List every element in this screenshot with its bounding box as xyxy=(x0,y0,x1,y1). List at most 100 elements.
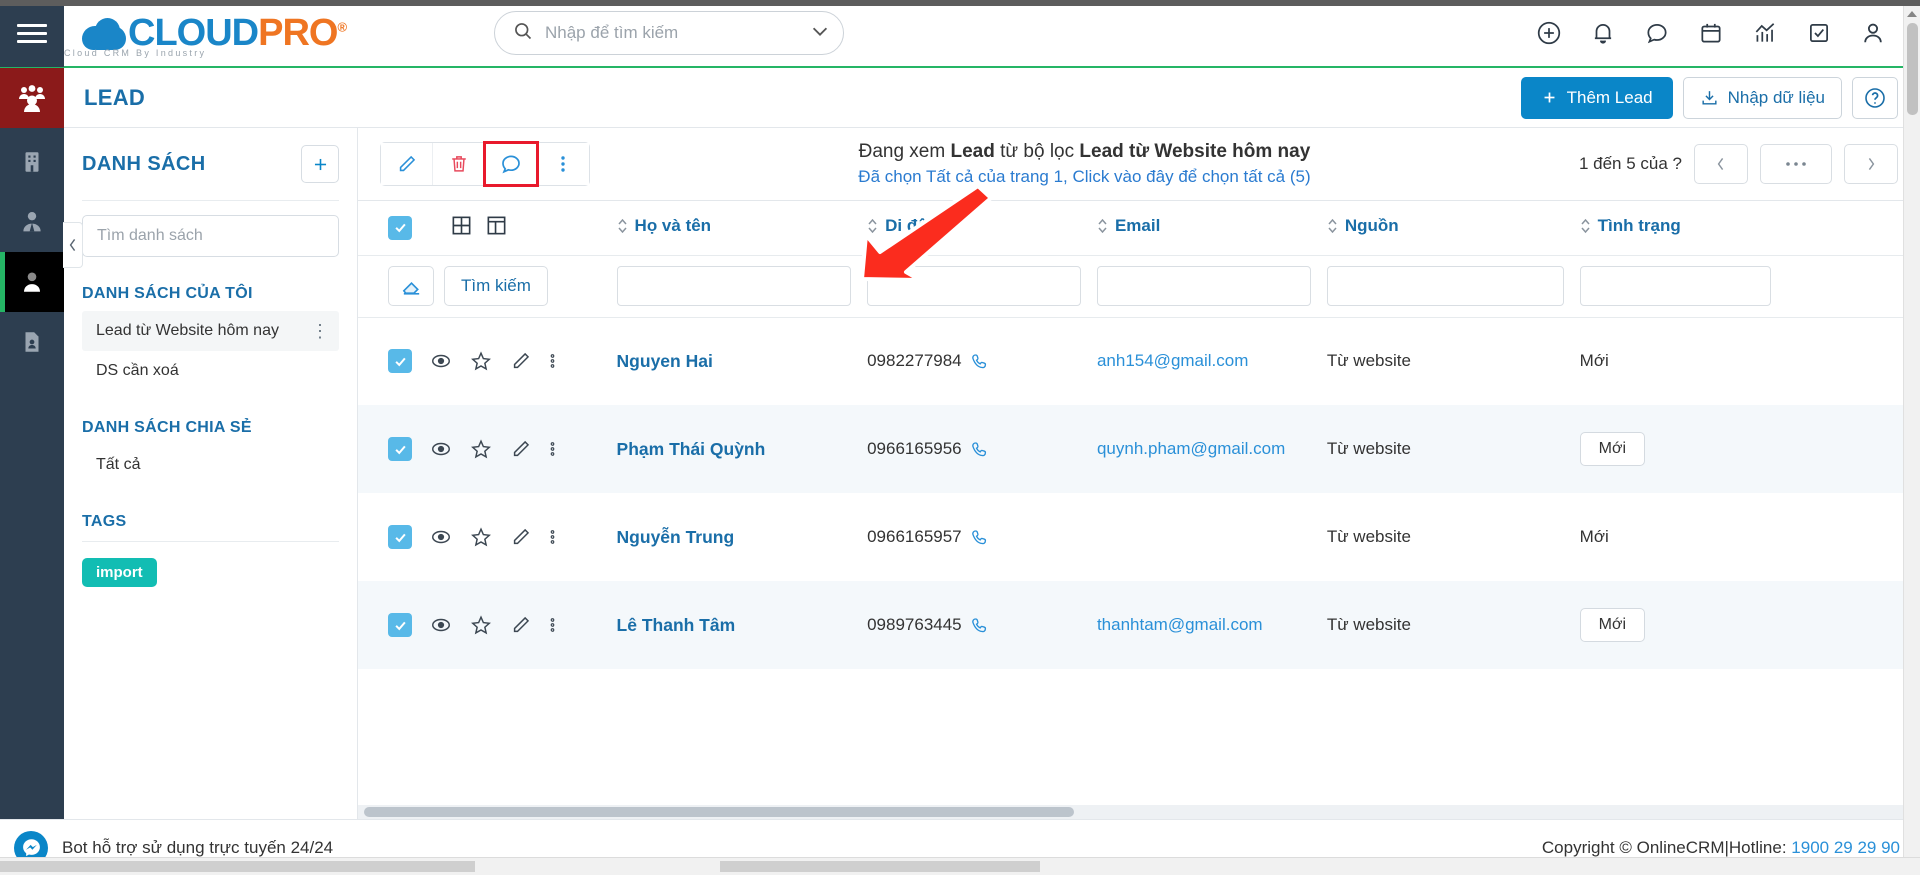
list-search[interactable] xyxy=(82,215,339,257)
email-link[interactable]: thanhtam@gmail.com xyxy=(1097,615,1263,634)
rail-item-contacts[interactable] xyxy=(0,192,64,252)
row-checkbox[interactable] xyxy=(388,437,412,461)
cell-spacer xyxy=(1779,317,1920,405)
row-checkbox[interactable] xyxy=(388,613,412,637)
lead-name-link[interactable]: Nguyen Hai xyxy=(617,351,713,371)
row-menu-icon[interactable] xyxy=(550,350,555,372)
filter-input-status[interactable] xyxy=(1579,266,1771,306)
search-filter-button[interactable]: Tìm kiếm xyxy=(444,266,548,306)
plus-circle-icon[interactable] xyxy=(1536,20,1562,46)
phone-icon[interactable] xyxy=(971,616,990,635)
previous-page-button[interactable] xyxy=(1694,144,1748,184)
page-vertical-scrollbar[interactable] xyxy=(1903,6,1920,857)
user-icon[interactable] xyxy=(1860,20,1886,46)
row-checkbox[interactable] xyxy=(388,349,412,374)
add-list-button[interactable] xyxy=(301,145,339,183)
lead-name-link[interactable]: Nguyễn Trung xyxy=(617,527,735,547)
phone-icon[interactable] xyxy=(971,440,990,459)
preview-eye-icon[interactable] xyxy=(430,350,452,372)
hotline-number-link[interactable]: 1900 29 29 90 xyxy=(1791,838,1900,857)
chat-icon xyxy=(501,155,520,174)
filter-input-email[interactable] xyxy=(1096,266,1311,306)
table-row[interactable]: Nguyễn Trung 0966165957 Từ website Mới xyxy=(358,493,1920,581)
select-all-checkbox[interactable] xyxy=(388,215,412,240)
email-link[interactable]: quynh.pham@gmail.com xyxy=(1097,439,1285,458)
browser-bottom-chrome xyxy=(0,857,1920,875)
help-button[interactable] xyxy=(1852,76,1898,119)
global-search[interactable] xyxy=(494,11,844,55)
favorite-star-icon[interactable] xyxy=(470,614,492,636)
sidebar-item-lead-tu-website[interactable]: Lead từ Website hôm nay ⋮ xyxy=(82,311,339,351)
horizontal-scrollbar[interactable] xyxy=(358,805,1920,819)
clear-filter-button[interactable] xyxy=(388,266,434,306)
row-menu-icon[interactable] xyxy=(550,614,555,636)
collapse-sidebar-button[interactable] xyxy=(63,222,83,268)
selection-note-link[interactable]: Đã chọn Tất cả của trang 1, Click vào đâ… xyxy=(590,165,1579,190)
search-input[interactable] xyxy=(545,23,809,43)
group-title-tags: TAGS xyxy=(82,513,127,530)
logo-secondary-text: PRO xyxy=(258,12,338,54)
chevron-down-icon[interactable] xyxy=(809,20,831,47)
favorite-star-icon[interactable] xyxy=(470,438,492,460)
vertical-scrollbar-thumb[interactable] xyxy=(1906,23,1918,115)
split-view-icon[interactable] xyxy=(485,214,508,242)
header-email[interactable]: Email xyxy=(1088,201,1319,256)
edit-pencil-icon[interactable] xyxy=(510,350,532,372)
scrollbar-thumb[interactable] xyxy=(364,807,1074,817)
header-nguon[interactable]: Nguồn xyxy=(1318,201,1572,256)
header-hovaten[interactable]: Họ và tên xyxy=(608,201,860,256)
tag-import[interactable]: import xyxy=(82,558,157,587)
phone-icon[interactable] xyxy=(971,528,990,547)
filter-input-source[interactable] xyxy=(1326,266,1564,306)
import-data-button[interactable]: Nhập dữ liệu xyxy=(1682,76,1842,119)
header-didong[interactable]: Di động xyxy=(859,201,1089,256)
email-link[interactable]: anh154@gmail.com xyxy=(1097,351,1248,370)
lead-name-link[interactable]: Phạm Thái Quỳnh xyxy=(617,439,766,459)
edit-pencil-icon[interactable] xyxy=(510,614,532,636)
row-checkbox[interactable] xyxy=(388,525,412,549)
source-text: Từ website xyxy=(1326,615,1411,634)
rail-item-company[interactable] xyxy=(0,132,64,192)
bell-icon[interactable] xyxy=(1590,20,1616,46)
row-menu-icon[interactable] xyxy=(550,438,555,460)
grid-view-icon[interactable] xyxy=(450,214,473,242)
next-page-button[interactable] xyxy=(1844,144,1898,184)
favorite-star-icon[interactable] xyxy=(470,350,492,372)
edit-pencil-icon[interactable] xyxy=(510,438,532,460)
app-logo[interactable]: CLOUDPRO® Cloud CRM By Industry xyxy=(64,12,494,58)
list-search-input[interactable] xyxy=(97,227,324,245)
edit-pencil-icon[interactable] xyxy=(510,526,532,548)
sidebar-item-ds-can-xoa[interactable]: DS cần xoá xyxy=(82,351,339,391)
filter-input-mobile[interactable] xyxy=(867,266,1081,306)
sort-icon xyxy=(1328,218,1337,233)
preview-eye-icon[interactable] xyxy=(430,526,452,548)
more-actions-button[interactable] xyxy=(537,143,589,185)
rail-item-documents[interactable] xyxy=(0,312,64,372)
rail-item-leads[interactable] xyxy=(0,252,64,312)
lead-name-link[interactable]: Lê Thanh Tâm xyxy=(617,615,736,635)
delete-button[interactable] xyxy=(433,143,485,185)
phone-icon[interactable] xyxy=(971,352,990,371)
table-row[interactable]: Lê Thanh Tâm 0989763445 thanhtam@gmail.c… xyxy=(358,581,1920,669)
list-item-menu-icon[interactable]: ⋮ xyxy=(311,322,329,340)
header-tinhtrang[interactable]: Tình trạng xyxy=(1571,201,1779,256)
preview-eye-icon[interactable] xyxy=(430,438,452,460)
calendar-icon[interactable] xyxy=(1698,20,1724,46)
chart-icon[interactable] xyxy=(1752,20,1778,46)
favorite-star-icon[interactable] xyxy=(470,526,492,548)
comment-button[interactable] xyxy=(483,141,539,187)
scroll-up-arrow-icon[interactable] xyxy=(1907,11,1917,17)
table-row[interactable]: Phạm Thái Quỳnh 0966165956 quynh.pham@gm… xyxy=(358,405,1920,493)
filter-input-name[interactable] xyxy=(616,266,852,306)
add-lead-button[interactable]: Thêm Lead xyxy=(1520,76,1673,119)
edit-button[interactable] xyxy=(381,143,433,185)
module-icon-cell[interactable] xyxy=(0,67,64,128)
row-menu-icon[interactable] xyxy=(550,526,555,548)
preview-eye-icon[interactable] xyxy=(430,614,452,636)
pagination-more-button[interactable] xyxy=(1760,144,1832,184)
sidebar-item-tat-ca[interactable]: Tất cả xyxy=(82,445,339,485)
task-check-icon[interactable] xyxy=(1806,20,1832,46)
chat-icon[interactable] xyxy=(1644,20,1670,46)
logo-text: CLOUDPRO® xyxy=(128,12,347,54)
table-row[interactable]: Nguyen Hai 0982277984 anh154@gmail.com T… xyxy=(358,317,1920,405)
